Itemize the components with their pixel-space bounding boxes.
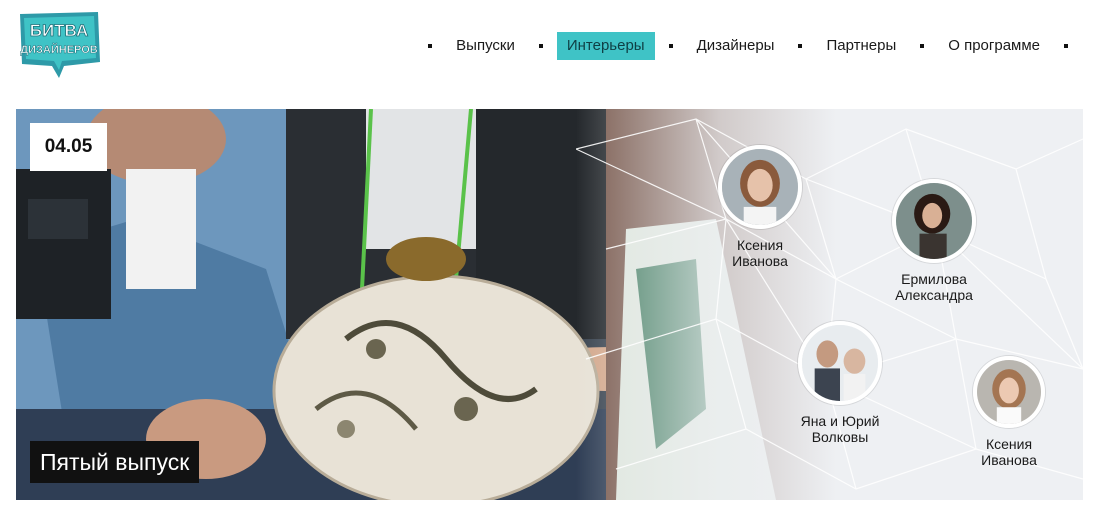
nav-bullet bbox=[428, 44, 433, 48]
nav-item-episodes[interactable]: Выпуски bbox=[446, 32, 525, 60]
designer-name: Яна и Юрий Волковы bbox=[800, 413, 880, 445]
nav-item-designers[interactable]: Дизайнеры bbox=[687, 32, 785, 60]
designer-card[interactable]: Ксения Иванова bbox=[690, 145, 830, 269]
nav-bullet bbox=[920, 44, 925, 48]
nav-bullet bbox=[668, 44, 673, 48]
nav-item-about[interactable]: О программе bbox=[938, 32, 1050, 60]
designer-card[interactable]: Яна и Юрий Волковы bbox=[770, 321, 910, 445]
logo-text-bottom: ДИЗАЙНЕРОВ bbox=[20, 43, 98, 56]
logo-text-top: БИТВА bbox=[30, 21, 89, 40]
designer-avatar[interactable] bbox=[892, 179, 976, 263]
designer-avatar[interactable] bbox=[798, 321, 882, 405]
designer-name: Ермилова Александра bbox=[895, 271, 973, 303]
episode-title[interactable]: Пятый выпуск bbox=[30, 441, 200, 483]
designer-name: Ксения Иванова bbox=[732, 237, 788, 269]
nav-bullet bbox=[538, 44, 543, 48]
main-nav: Выпуски Интерьеры Дизайнеры Партнеры О п… bbox=[414, 32, 1082, 60]
nav-bullet bbox=[1064, 44, 1068, 48]
designer-card[interactable]: Ксения Иванова bbox=[939, 356, 1079, 468]
designer-card[interactable]: Ермилова Александра bbox=[864, 179, 1004, 303]
nav-bullet bbox=[798, 44, 803, 48]
nav-item-interiors[interactable]: Интерьеры bbox=[556, 32, 655, 60]
designer-name: Ксения Иванова bbox=[981, 436, 1037, 468]
episode-hero-banner[interactable]: 04.05 Пятый выпуск Ксения Иванова Ермило… bbox=[16, 109, 1083, 500]
brand-logo[interactable]: БИТВА ДИЗАЙНЕРОВ bbox=[16, 10, 102, 80]
nav-item-partners[interactable]: Партнеры bbox=[816, 32, 906, 60]
site-header: БИТВА ДИЗАЙНЕРОВ Выпуски Интерьеры Дизай… bbox=[0, 0, 1100, 95]
designer-avatar[interactable] bbox=[718, 145, 802, 229]
episode-date-badge: 04.05 bbox=[30, 123, 107, 171]
designer-avatar[interactable] bbox=[973, 356, 1045, 428]
